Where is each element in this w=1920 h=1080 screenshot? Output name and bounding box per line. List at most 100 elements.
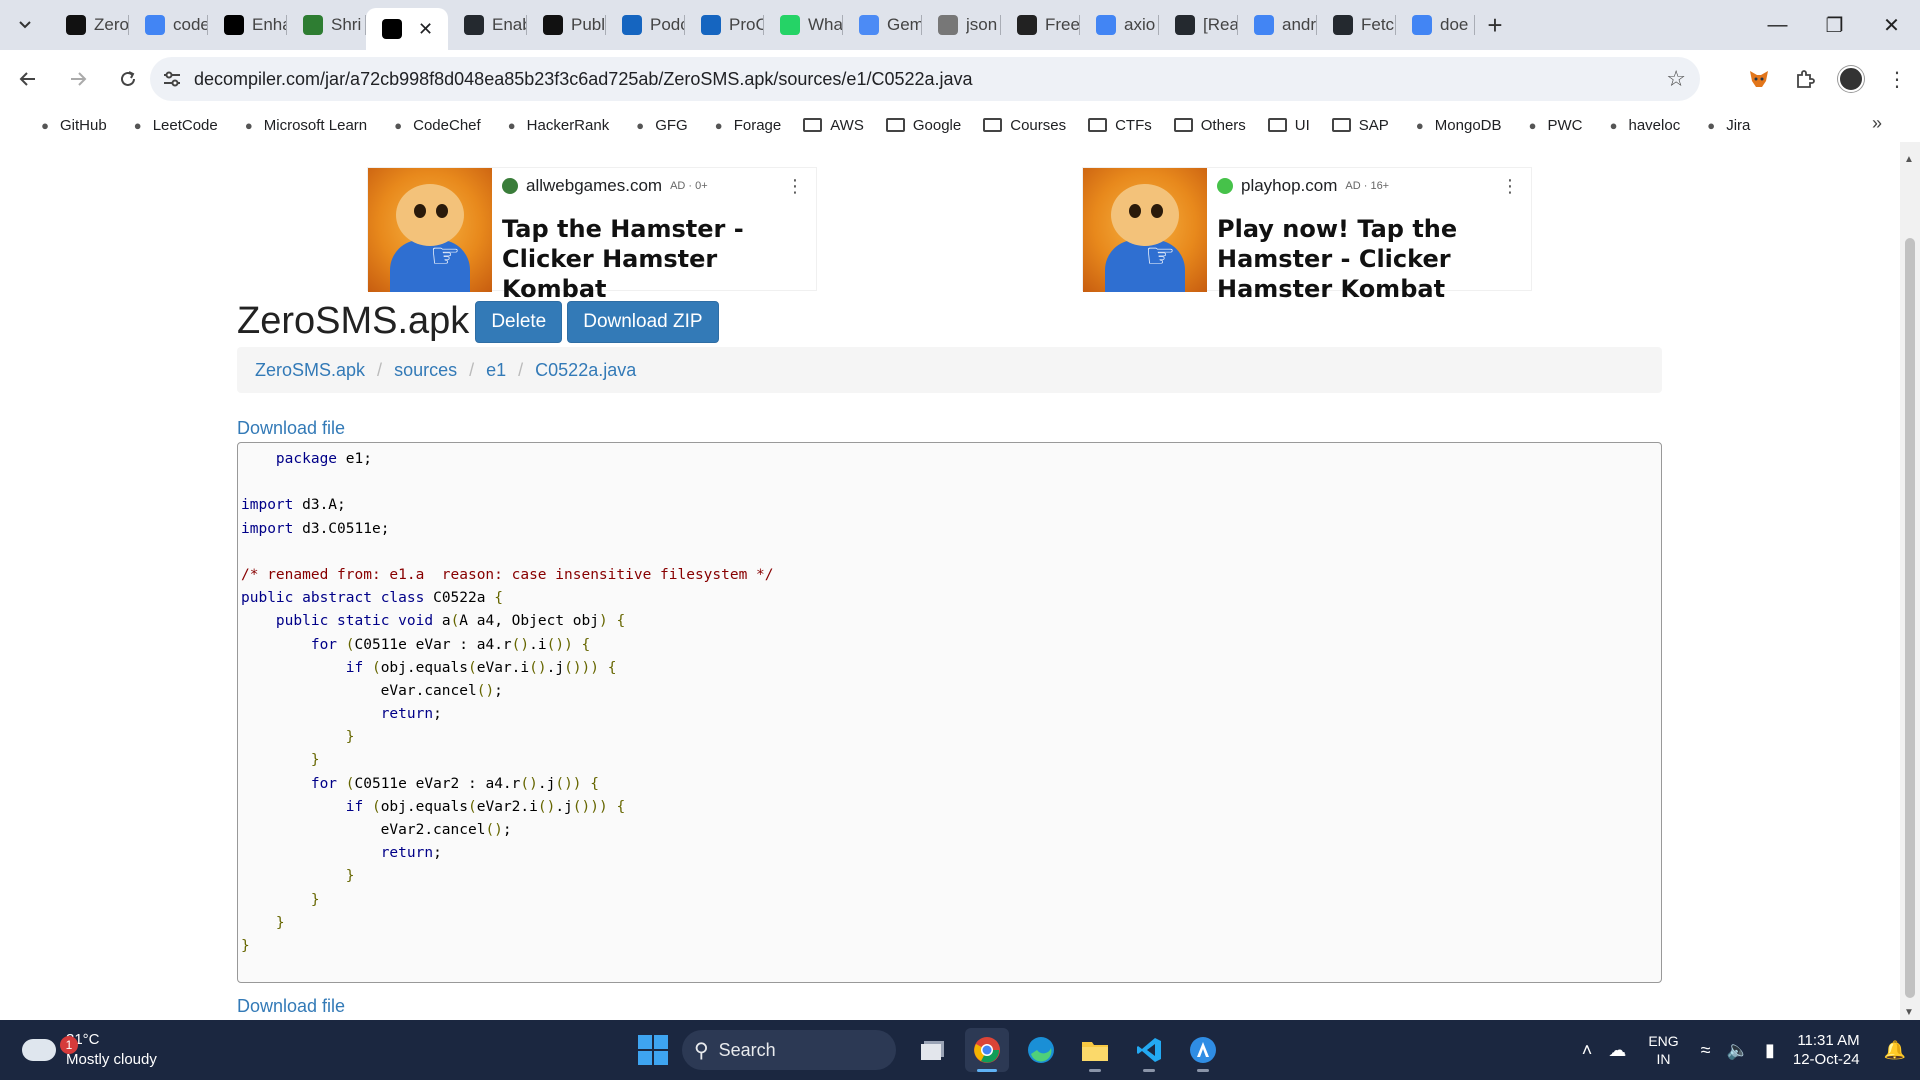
github-icon: ●	[41, 117, 49, 133]
minimize-button[interactable]: —	[1749, 0, 1806, 50]
extensions-puzzle-icon[interactable]	[1782, 56, 1828, 102]
browser-tab[interactable]: ProC	[685, 0, 764, 50]
profile-avatar[interactable]	[1828, 56, 1874, 102]
back-button[interactable]	[6, 57, 50, 101]
edge-taskbar-icon[interactable]	[1019, 1028, 1063, 1072]
site-info-icon[interactable]	[150, 71, 194, 87]
bookmark-item[interactable]: ● haveloc	[1605, 116, 1681, 134]
browser-tab[interactable]: [Rea	[1159, 0, 1238, 50]
vscode-icon[interactable]	[1127, 1028, 1171, 1072]
ad-card-1[interactable]: ☞ allwebgames.com AD · 0+ ⋮ Tap the Hams…	[367, 167, 817, 303]
wifi-icon[interactable]: ≈	[1701, 1040, 1711, 1061]
folder-icon	[983, 118, 1003, 132]
ad-card-2[interactable]: ☞ playhop.com AD · 16+ ⋮ Play now! Tap t…	[1082, 167, 1532, 303]
download-file-link-bottom[interactable]: Download file	[237, 996, 345, 1017]
browser-tab[interactable]: Enab	[448, 0, 527, 50]
task-view-icon[interactable]	[911, 1028, 955, 1072]
tab-strip: Zero code Enha Shri ✕ Enab Publ Podc ProC Wha Gem j…	[0, 0, 1920, 50]
browser-tab[interactable]: doe	[1396, 0, 1475, 50]
close-tab-icon[interactable]: ✕	[418, 19, 433, 40]
forage-icon: ●	[714, 117, 723, 133]
chevron-up-icon[interactable]: ˄	[1582, 1040, 1593, 1061]
bookmark-item[interactable]: Others	[1173, 117, 1246, 134]
bookmark-item[interactable]: AWS	[803, 117, 864, 134]
breadcrumb-sources[interactable]: sources	[394, 360, 457, 381]
browser-tab[interactable]: Free	[1001, 0, 1080, 50]
bookmark-item[interactable]: Courses	[983, 117, 1066, 134]
browser-tab[interactable]: andr	[1238, 0, 1317, 50]
bookmark-item[interactable]: ● CodeChef	[389, 116, 480, 134]
windows-start-icon[interactable]	[638, 1035, 668, 1065]
weather-widget[interactable]: 1 31°C Mostly cloudy	[22, 1030, 157, 1070]
chrome-menu-icon[interactable]: ⋮	[1874, 56, 1920, 102]
bookmark-item[interactable]: ● Jira	[1702, 116, 1750, 134]
browser-tab[interactable]: Gem	[843, 0, 922, 50]
scroll-up-icon[interactable]: ▲	[1904, 154, 1914, 165]
browser-tab[interactable]: json	[922, 0, 1001, 50]
delete-button[interactable]: Delete	[475, 300, 563, 343]
clock[interactable]: 11:31 AM 12-Oct-24	[1793, 1031, 1860, 1069]
download-file-link-top[interactable]: Download file	[237, 418, 345, 439]
ad-menu-icon[interactable]: ⋮	[1501, 176, 1519, 197]
reload-button[interactable]	[106, 57, 150, 101]
notification-bell-icon[interactable]: 🔔	[1884, 1040, 1906, 1061]
code-line: for (C0511e eVar : a4.r().i()) {	[310, 636, 591, 653]
browser-tab[interactable]: Fetc	[1317, 0, 1396, 50]
bookmark-item[interactable]: ● Microsoft Learn	[240, 116, 367, 134]
code-line: }	[345, 729, 355, 746]
bookmark-item[interactable]: Google	[885, 117, 961, 134]
bookmark-label: CTFs	[1115, 116, 1152, 134]
browser-tab[interactable]: Enha	[208, 0, 287, 50]
new-tab-button[interactable]: +	[1475, 0, 1515, 50]
ad-menu-icon[interactable]: ⋮	[786, 176, 804, 197]
bookmarks-overflow-icon[interactable]: »	[1872, 113, 1882, 134]
onedrive-cloud-icon[interactable]: ☁	[1608, 1040, 1626, 1061]
close-window-button[interactable]: ✕	[1863, 0, 1920, 50]
language-indicator[interactable]: ENG IN	[1648, 1032, 1678, 1068]
scroll-thumb[interactable]	[1905, 238, 1915, 998]
address-bar[interactable]: decompiler.com/jar/a72cb998f8d048ea85b23…	[150, 57, 1700, 101]
bookmark-item[interactable]: UI	[1267, 117, 1310, 134]
bookmark-item[interactable]: CTFs	[1088, 117, 1152, 134]
taskbar-search[interactable]: ⚲ Search	[682, 1030, 896, 1070]
ad-title[interactable]: Play now! Tap the Hamster - Clicker Hams…	[1217, 214, 1521, 304]
tab-title: [Rea	[1203, 15, 1238, 34]
volume-icon[interactable]: 🔈	[1727, 1040, 1749, 1061]
metamask-extension-icon[interactable]	[1736, 56, 1782, 102]
search-icon: ⚲	[694, 1039, 709, 1062]
bookmark-item[interactable]: ● GFG	[631, 116, 687, 134]
chrome-taskbar-icon[interactable]	[965, 1028, 1009, 1072]
bookmark-item[interactable]: ● Forage	[710, 116, 781, 134]
browser-tab[interactable]: Podc	[606, 0, 685, 50]
scroll-down-icon[interactable]: ▼	[1904, 1007, 1914, 1018]
bookmark-item[interactable]: ● PWC	[1524, 116, 1583, 134]
url-text[interactable]: decompiler.com/jar/a72cb998f8d048ea85b23…	[194, 69, 973, 90]
breadcrumb-e1[interactable]: e1	[486, 360, 506, 381]
file-explorer-icon[interactable]	[1073, 1028, 1117, 1072]
browser-tab[interactable]: Publ	[527, 0, 606, 50]
breadcrumb-apk[interactable]: ZeroSMS.apk	[255, 360, 365, 381]
download-zip-button[interactable]: Download ZIP	[567, 300, 719, 343]
bookmark-item[interactable]: SAP	[1331, 117, 1389, 134]
bookmark-star-icon[interactable]: ☆	[1666, 66, 1686, 92]
browser-tab[interactable]: Wha	[764, 0, 843, 50]
ad-title[interactable]: Tap the Hamster - Clicker Hamster Kombat	[502, 214, 806, 304]
browser-tab[interactable]: axio	[1080, 0, 1159, 50]
bookmark-item[interactable]: ● LeetCode	[129, 116, 218, 134]
breadcrumb-file[interactable]: C0522a.java	[535, 360, 636, 381]
page-scrollbar[interactable]: ▲ ▼	[1900, 142, 1920, 1020]
browser-tab[interactable]: ✕	[366, 8, 448, 50]
bookmark-item[interactable]: ● HackerRank	[503, 116, 609, 134]
browser-tab[interactable]: code	[129, 0, 208, 50]
android-studio-icon[interactable]	[1181, 1028, 1225, 1072]
tab-search-button[interactable]	[0, 0, 50, 50]
browser-tab[interactable]: Shri	[287, 0, 366, 50]
tab-title: Fetc	[1361, 15, 1395, 34]
restore-button[interactable]: ❐	[1806, 0, 1863, 50]
bookmark-item[interactable]: ● MongoDB	[1411, 116, 1502, 134]
browser-tab[interactable]: Zero	[50, 0, 129, 50]
forward-button[interactable]	[56, 57, 100, 101]
battery-icon[interactable]: ▮	[1765, 1040, 1775, 1061]
code-line: }	[345, 868, 355, 885]
bookmark-item[interactable]: ● GitHub	[36, 116, 107, 134]
